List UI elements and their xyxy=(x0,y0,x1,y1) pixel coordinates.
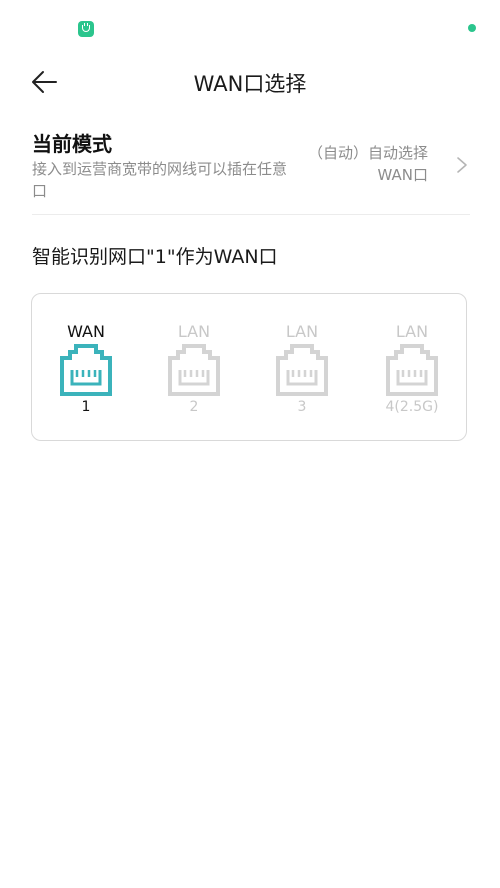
chevron-right-icon xyxy=(457,157,467,173)
ethernet-port-icon xyxy=(60,344,112,396)
port-type-label: WAN xyxy=(67,322,105,341)
port-4: LAN 4(2.5G) xyxy=(367,322,457,416)
detection-result-text: 智能识别网口"1"作为WAN口 xyxy=(32,246,278,268)
port-panel: WAN 1 LAN 2 LAN 3 LAN 4(2.5G) xyxy=(31,293,467,441)
port-type-label: LAN xyxy=(285,322,319,341)
header: WAN口选择 xyxy=(0,56,500,108)
mode-value: （自动）自动选择WAN口 xyxy=(307,144,428,184)
status-bar xyxy=(0,0,500,56)
port-number-label: 2 xyxy=(189,399,199,415)
current-mode-row[interactable]: 当前模式 接入到运营商宽带的网线可以插在任意口 （自动）自动选择WAN口 xyxy=(32,126,470,215)
status-indicator-dot xyxy=(468,24,476,32)
mode-description: 接入到运营商宽带的网线可以插在任意口 xyxy=(32,160,288,200)
port-2: LAN 2 xyxy=(149,322,239,416)
port-type-label: LAN xyxy=(395,322,429,341)
page-title: WAN口选择 xyxy=(193,72,307,96)
port-number-label: 3 xyxy=(297,399,307,415)
port-type-label: LAN xyxy=(177,322,211,341)
mi-home-icon xyxy=(78,21,94,37)
ethernet-port-icon xyxy=(276,344,328,396)
mode-title: 当前模式 xyxy=(32,132,112,156)
port-3: LAN 3 xyxy=(257,322,347,416)
ethernet-port-icon xyxy=(168,344,220,396)
port-number-label: 4(2.5G) xyxy=(385,399,439,415)
port-1: WAN 1 xyxy=(41,322,131,416)
port-number-label: 1 xyxy=(81,399,91,415)
ethernet-port-icon xyxy=(386,344,438,396)
